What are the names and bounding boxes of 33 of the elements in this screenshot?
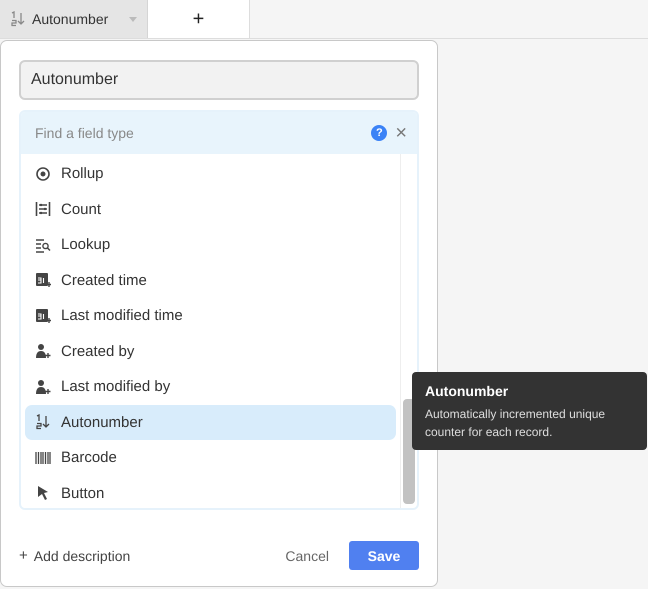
field-type-item[interactable]: Created by: [25, 334, 396, 369]
tooltip-text: Automatically incremented unique counter for each record.: [425, 406, 606, 441]
person-icon: [35, 378, 51, 395]
person-icon: [35, 343, 51, 360]
sort-numbers-icon: [10, 11, 26, 27]
column-name: Autonumber: [32, 11, 110, 27]
field-type-item[interactable]: Count: [25, 192, 396, 227]
field-type-item[interactable]: Button: [25, 476, 396, 508]
cancel-button[interactable]: Cancel: [273, 542, 341, 570]
close-button[interactable]: ×: [395, 125, 407, 141]
field-type-item[interactable]: Last modified by: [25, 369, 396, 404]
field-type-item[interactable]: Last modified time: [25, 298, 396, 334]
column-header[interactable]: Autonumber: [0, 0, 148, 38]
field-type-item[interactable]: Barcode: [25, 440, 396, 476]
add-column-button[interactable]: +: [148, 0, 250, 38]
field-name-input[interactable]: Autonumber: [19, 60, 419, 100]
help-button[interactable]: ?: [371, 125, 388, 141]
save-button[interactable]: Save: [349, 541, 419, 570]
calendar-icon: [35, 272, 51, 288]
rollup-icon: [35, 166, 51, 182]
field-type-item[interactable]: Created time: [25, 262, 396, 298]
sort-numbers-icon: [35, 414, 51, 430]
lookup-icon: [35, 236, 51, 253]
field-type-item[interactable]: Lookup: [25, 227, 396, 262]
count-icon: [35, 201, 51, 218]
add-description-button[interactable]: + Add description: [19, 547, 130, 564]
calendar-icon: [35, 308, 51, 324]
caret-icon: [129, 16, 137, 22]
field-type-item[interactable]: Autonumber: [25, 404, 396, 440]
field-type-item[interactable]: Rollup: [25, 156, 396, 192]
tooltip-title: Autonumber: [425, 383, 510, 399]
barcode-icon: [35, 450, 51, 466]
search-field[interactable]: Find a field type ? ×: [21, 112, 417, 154]
